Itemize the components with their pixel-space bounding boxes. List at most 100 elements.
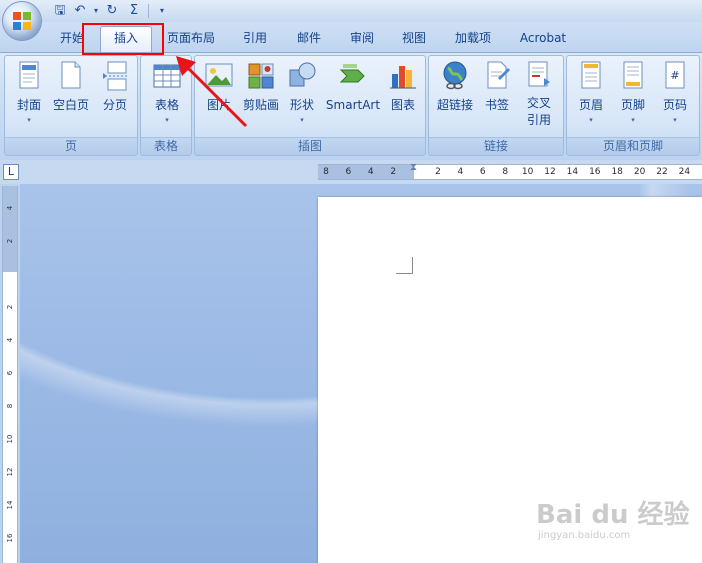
redo-icon[interactable]: ↻ — [104, 3, 120, 19]
group-links-label: 链接 — [429, 137, 563, 155]
table-button[interactable]: 表格 ▾ — [145, 60, 189, 124]
tab-mailings[interactable]: 邮件 — [288, 27, 330, 49]
chevron-down-icon: ▾ — [631, 116, 635, 124]
chevron-down-icon: ▾ — [165, 116, 169, 124]
vertical-ruler[interactable]: 4 2 2 4 6 8 10 12 14 16 — [2, 186, 18, 563]
ruler-number: 4 — [367, 167, 374, 177]
tab-view[interactable]: 视图 — [393, 27, 435, 49]
shapes-label: 形状 — [289, 98, 314, 112]
cross-reference-label-line2: 引用 — [526, 113, 551, 127]
sigma-icon[interactable]: Σ — [126, 3, 142, 19]
picture-label: 图片 — [206, 98, 231, 112]
ruler-number: 18 — [611, 167, 623, 177]
page-number-icon: # — [660, 60, 690, 92]
footer-button[interactable]: 页脚 ▾ — [613, 60, 653, 124]
indent-marker-icon[interactable]: ⧗ — [410, 162, 417, 173]
header-icon — [576, 60, 606, 92]
office-logo-icon — [13, 12, 31, 30]
tab-review[interactable]: 审阅 — [341, 27, 383, 49]
horizontal-ruler[interactable]: ⧗ 8 6 4 2 2 4 6 8 10 12 14 16 18 20 22 24 — [318, 162, 702, 180]
cover-page-label: 封面 — [16, 98, 41, 112]
ruler-number: 16 — [6, 533, 14, 543]
smartart-button[interactable]: SmartArt — [323, 60, 383, 113]
shapes-button[interactable]: 形状 ▾ — [285, 60, 319, 124]
clip-art-button[interactable]: 剪贴画 — [239, 60, 283, 113]
horizontal-ruler-row: L ⧗ 8 6 4 2 2 4 6 8 10 12 14 16 18 20 22 24 — [0, 160, 702, 184]
cross-reference-button[interactable]: 交叉 引用 — [519, 60, 559, 128]
ruler-number: 8 — [6, 403, 14, 409]
cover-page-icon — [14, 60, 44, 92]
page-number-label: 页码 — [662, 98, 687, 112]
watermark-brand: Bai du 经验 — [536, 500, 690, 530]
ruler-number: 16 — [589, 167, 601, 177]
page-number-button[interactable]: # 页码 ▾ — [655, 60, 695, 124]
tab-insert[interactable]: 插入 — [100, 26, 152, 52]
blank-page-icon — [56, 60, 86, 92]
undo-dropdown-icon[interactable]: ▾ — [88, 3, 104, 19]
shapes-icon — [287, 60, 317, 92]
ruler-number: 12 — [544, 167, 556, 177]
customize-icon[interactable]: ▾ — [154, 3, 170, 19]
chart-button[interactable]: 图表 — [385, 60, 421, 113]
save-icon[interactable]: 🖫 — [52, 3, 68, 19]
ruler-number: 6 — [479, 167, 486, 177]
group-tables: 表格 ▾ 表格 — [140, 55, 192, 156]
tab-references[interactable]: 引用 — [234, 27, 276, 49]
ruler-number: 2 — [6, 304, 14, 310]
ruler-number: 10 — [6, 434, 14, 444]
cross-reference-icon — [524, 60, 554, 92]
bookmark-icon — [482, 60, 512, 92]
header-button[interactable]: 页眉 ▾ — [571, 60, 611, 124]
ruler-number: 2 — [390, 167, 397, 177]
tab-page-layout[interactable]: 页面布局 — [160, 27, 222, 49]
ruler-number: 8 — [323, 167, 329, 177]
header-label: 页眉 — [578, 98, 603, 112]
footer-icon — [618, 60, 648, 92]
chart-label: 图表 — [390, 98, 415, 112]
hyperlink-button[interactable]: 超链接 — [433, 60, 477, 113]
group-illustrations-label: 插图 — [195, 137, 425, 155]
page-break-icon — [100, 60, 130, 92]
ruler-number: 4 — [6, 337, 14, 343]
ruler-number: 10 — [521, 167, 534, 177]
group-header-footer: 页眉 ▾ 页脚 ▾ # 页码 ▾ 页眉和页脚 — [566, 55, 700, 156]
ruler-margin — [3, 186, 17, 272]
ruler-number: 14 — [566, 167, 579, 177]
tab-add-ins[interactable]: 加载项 — [446, 27, 500, 49]
blank-page-button[interactable]: 空白页 — [49, 60, 93, 113]
ribbon: 封面 ▾ 空白页 分页 页 表格 ▾ 表格 图片 剪贴画 形状 ▾ SmartA… — [0, 52, 702, 159]
clip-art-label: 剪贴画 — [242, 98, 279, 112]
undo-icon[interactable]: ↶ — [72, 3, 88, 19]
tab-home[interactable]: 开始 — [52, 27, 92, 49]
chevron-down-icon: ▾ — [300, 116, 304, 124]
ruler-number: 14 — [6, 500, 14, 510]
tab-acrobat[interactable]: Acrobat — [512, 27, 574, 49]
smartart-label: SmartArt — [325, 98, 381, 112]
watermark-url: jingyan.baidu.com — [538, 530, 631, 541]
title-bar: 🖫 ↶ ▾ ↻ Σ ▾ — [0, 0, 702, 22]
office-button[interactable] — [3, 2, 41, 40]
tab-stop-selector[interactable]: L — [3, 164, 19, 180]
ruler-number: 4 — [457, 167, 464, 177]
bookmark-button[interactable]: 书签 — [479, 60, 515, 113]
smartart-icon — [338, 60, 368, 92]
group-header-footer-label: 页眉和页脚 — [567, 137, 699, 155]
page-break-button[interactable]: 分页 — [95, 60, 135, 113]
ruler-number: 6 — [6, 370, 14, 376]
quick-access-separator — [148, 4, 149, 18]
cross-reference-label-line1: 交叉 — [526, 96, 551, 110]
group-pages: 封面 ▾ 空白页 分页 页 — [4, 55, 138, 156]
group-tables-label: 表格 — [141, 137, 191, 155]
hyperlink-icon — [440, 60, 470, 92]
table-icon — [152, 60, 182, 92]
hyperlink-label: 超链接 — [436, 98, 473, 112]
ruler-number: 2 — [6, 238, 14, 244]
ruler-number: 8 — [502, 167, 509, 177]
chart-icon — [388, 60, 418, 92]
page-break-label: 分页 — [102, 98, 127, 112]
cover-page-button[interactable]: 封面 ▾ — [9, 60, 49, 124]
footer-label: 页脚 — [620, 98, 645, 112]
group-pages-label: 页 — [5, 137, 137, 155]
picture-button[interactable]: 图片 — [201, 60, 237, 113]
ruler-margin — [318, 165, 414, 179]
